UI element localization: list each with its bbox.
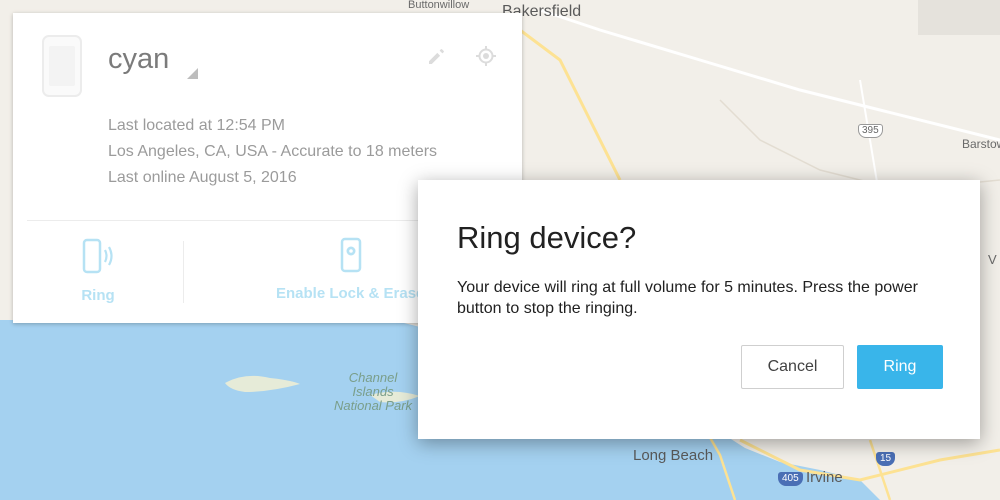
map-label-irvine: Irvine bbox=[806, 469, 843, 486]
map-label-barstow: Barstow bbox=[962, 137, 1000, 151]
locate-icon[interactable] bbox=[474, 44, 498, 68]
device-name[interactable]: cyan bbox=[108, 43, 169, 76]
map-label-long-beach: Long Beach bbox=[633, 447, 714, 464]
route-395-shield: 395 bbox=[858, 124, 883, 138]
ring-device-dialog: Ring device? Your device will ring at fu… bbox=[418, 180, 980, 439]
ring-action-label: Ring bbox=[81, 287, 115, 304]
last-online-text: Last online August 5, 2016 bbox=[108, 169, 297, 186]
phone-settings-icon bbox=[340, 237, 362, 273]
map-label-edge: V bbox=[988, 252, 997, 267]
cancel-button[interactable]: Cancel bbox=[741, 345, 844, 389]
route-405-shield: 405 bbox=[778, 472, 803, 486]
map-label-channel-1: Channel bbox=[348, 370, 398, 385]
map-label-channel-islands: Channel Islands National Park bbox=[334, 371, 412, 413]
phone-ring-icon bbox=[82, 238, 113, 274]
location-text: Los Angeles, CA, USA - Accurate to 18 me… bbox=[108, 143, 438, 160]
dialog-body: Your device will ring at full volume for… bbox=[457, 279, 918, 317]
device-info: Last located at 12:54 PM Los Angeles, CA… bbox=[108, 113, 437, 191]
enable-lock-erase-button[interactable]: Enable Lock & Erase bbox=[263, 235, 443, 313]
map-label-buttonwillow: Buttonwillow bbox=[408, 0, 470, 11]
action-divider bbox=[183, 241, 184, 303]
ring-confirm-button[interactable]: Ring bbox=[857, 345, 943, 389]
ring-action-button[interactable]: Ring bbox=[53, 235, 143, 313]
route-15-shield: 15 bbox=[876, 452, 896, 466]
pencil-icon[interactable] bbox=[425, 44, 449, 68]
map-label-channel-2: Islands bbox=[352, 384, 394, 399]
last-located-text: Last located at 12:54 PM bbox=[108, 117, 285, 134]
dialog-title: Ring device? bbox=[457, 220, 637, 255]
map-label-channel-3: National Park bbox=[334, 398, 413, 413]
device-thumbnail-icon bbox=[42, 35, 82, 97]
device-dropdown-caret-icon[interactable] bbox=[187, 68, 198, 79]
